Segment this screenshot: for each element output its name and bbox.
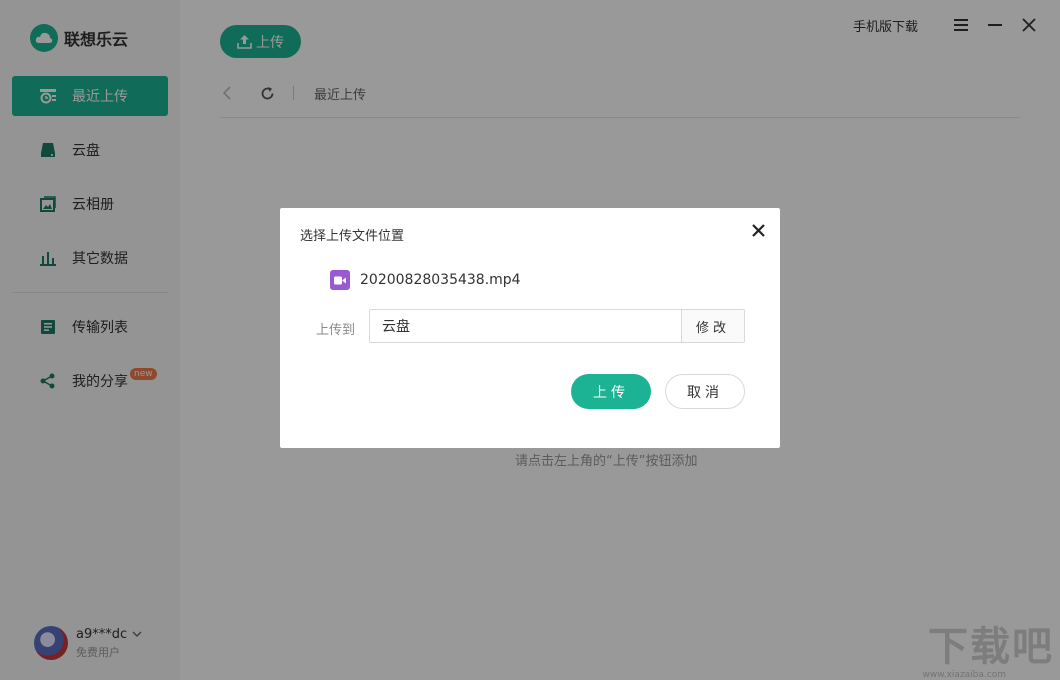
cancel-button[interactable]: 取消 [665,374,745,409]
dialog-close-icon[interactable] [750,222,766,238]
upload-button[interactable]: 上传 [571,374,651,409]
video-file-icon [330,270,350,290]
upload-location-dialog: 选择上传文件位置 20200828035438.mp4 上传到 云盘 修改 上传… [280,208,780,448]
destination-label: 上传到 [316,323,356,338]
dialog-title: 选择上传文件位置 [300,229,405,244]
file-name: 20200828035438.mp4 [360,272,521,288]
destination-value: 云盘 [382,319,410,335]
file-row: 20200828035438.mp4 [330,270,521,290]
modify-button[interactable]: 修改 [681,310,744,342]
destination-field: 云盘 修改 [369,309,745,343]
